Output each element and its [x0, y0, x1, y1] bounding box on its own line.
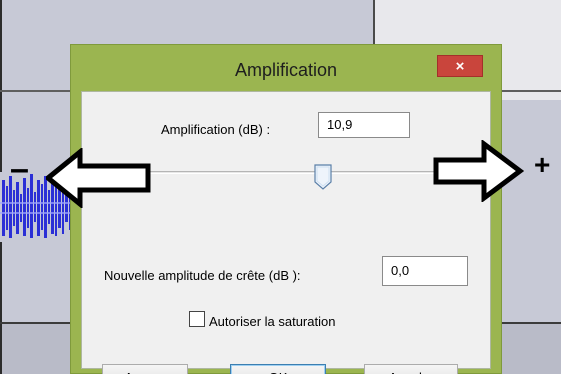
peak-amplitude-label: Nouvelle amplitude de crête (dB ): — [104, 268, 301, 283]
dialog-title-bar[interactable]: Amplification × — [71, 45, 501, 91]
ok-button[interactable]: OK — [230, 364, 326, 374]
close-icon: × — [455, 57, 465, 75]
slider-thumb-icon[interactable] — [314, 164, 332, 190]
close-button[interactable]: × — [437, 55, 483, 77]
amplification-dialog: Amplification × Amplification (dB) : 10,… — [70, 44, 502, 374]
allow-clipping-checkbox[interactable] — [189, 311, 205, 327]
increase-sign: + — [534, 149, 551, 180]
right-arrow-icon — [433, 140, 524, 202]
amplification-label: Amplification (dB) : — [161, 122, 271, 137]
amplification-slider-track[interactable] — [106, 171, 466, 174]
amplification-input[interactable]: 10,9 — [318, 112, 410, 138]
allow-clipping-label[interactable]: Autoriser la saturation — [209, 314, 335, 329]
preview-button[interactable]: Aperçu — [102, 364, 188, 374]
cancel-button[interactable]: Annuler — [364, 364, 458, 374]
peak-amplitude-input[interactable]: 0,0 — [382, 256, 468, 286]
decrease-sign: – — [10, 150, 29, 188]
dialog-content: Amplification (dB) : 10,9 Nouvelle ampli… — [81, 91, 491, 374]
left-arrow-icon — [46, 148, 151, 208]
